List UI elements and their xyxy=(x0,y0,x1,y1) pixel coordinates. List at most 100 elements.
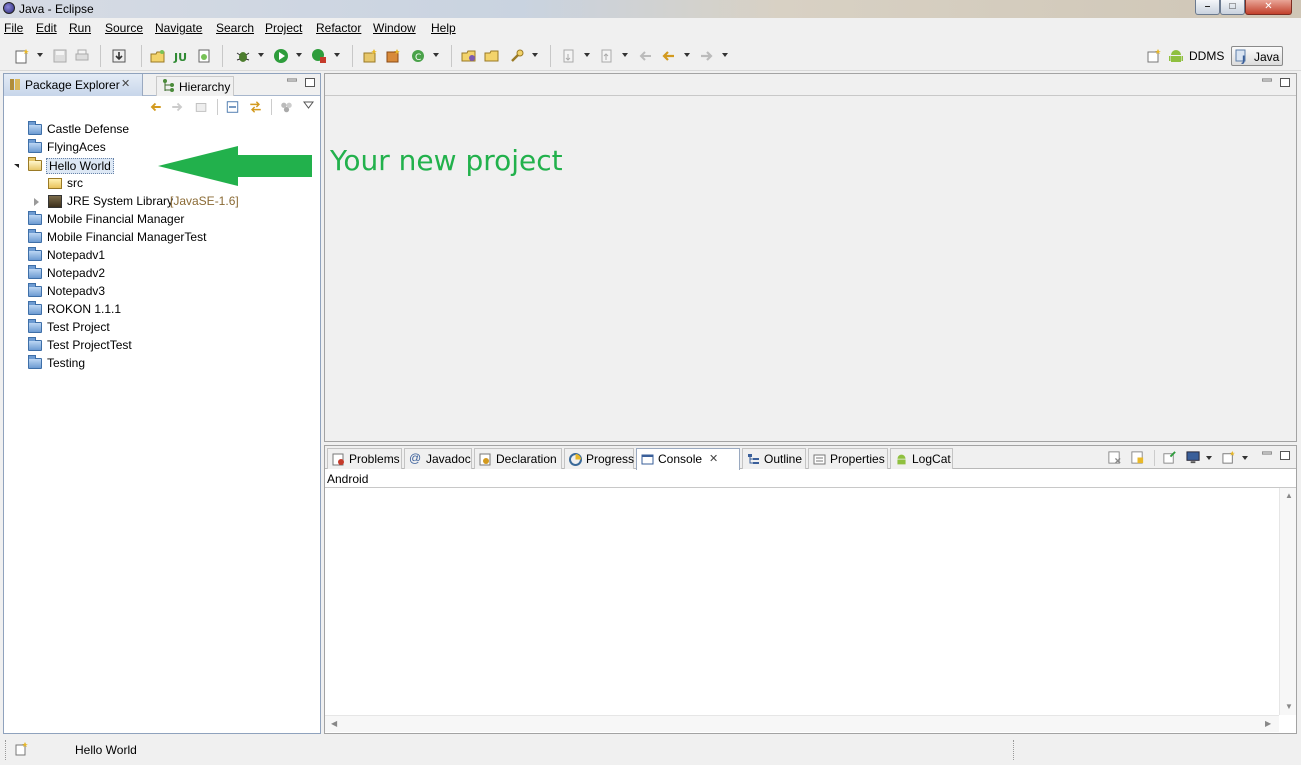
toolbar-separator xyxy=(217,99,218,115)
tree-item-label: ROKON 1.1.1 xyxy=(47,302,122,316)
clear-console-icon[interactable] xyxy=(1130,450,1145,465)
menu-navigate-label: Navigate xyxy=(155,21,203,35)
scroll-right-icon[interactable]: ▶ xyxy=(1265,719,1271,728)
horizontal-scrollbar[interactable]: ◀ ▶ xyxy=(325,715,1279,732)
package-explorer-toolbar xyxy=(4,96,320,118)
new-fast-view-icon[interactable] xyxy=(14,741,30,757)
menu-refactor[interactable]: Refactor xyxy=(316,21,361,35)
forward-icon xyxy=(172,102,183,112)
java-perspective-icon: J xyxy=(1235,49,1246,64)
collapsed-triangle-icon[interactable] xyxy=(34,198,39,206)
menu-file[interactable]: File xyxy=(4,21,23,35)
tab-logcat[interactable]: LogCat xyxy=(890,448,953,469)
search-icon[interactable] xyxy=(509,48,525,64)
properties-icon xyxy=(813,454,826,465)
display-console-dropdown-icon[interactable] xyxy=(1206,456,1212,460)
run-dropdown-icon[interactable] xyxy=(296,53,302,57)
minimize-view-icon[interactable] xyxy=(1262,451,1272,460)
scroll-down-icon[interactable]: ▼ xyxy=(1285,702,1293,711)
new-android-xml-icon[interactable] xyxy=(196,48,212,64)
menu-search[interactable]: Search xyxy=(216,21,254,35)
new-class-wizard-icon[interactable]: C xyxy=(410,48,426,64)
tab-properties[interactable]: Properties xyxy=(808,448,888,469)
close-icon[interactable]: ✕ xyxy=(121,77,130,90)
search-dropdown-icon[interactable] xyxy=(532,53,538,57)
tab-hierarchy[interactable]: Hierarchy xyxy=(156,76,234,96)
minimize-view-icon[interactable] xyxy=(287,78,297,87)
new-class-dropdown-icon[interactable] xyxy=(433,53,439,57)
project-folder-icon xyxy=(28,337,42,351)
tab-progress[interactable]: Progress xyxy=(564,448,634,469)
tree-item-decoration: [JavaSE-1.6] xyxy=(170,194,239,208)
menu-project[interactable]: Project xyxy=(265,21,302,35)
minimize-button[interactable]: – xyxy=(1195,0,1220,15)
close-icon: ✕ xyxy=(1264,1,1273,12)
tab-declaration[interactable]: Declaration xyxy=(474,448,562,469)
status-bar: Hello World xyxy=(0,737,1301,765)
open-console-icon[interactable] xyxy=(1222,450,1237,465)
menu-edit[interactable]: Edit xyxy=(36,21,57,35)
minimize-icon: – xyxy=(1204,1,1211,12)
view-menu-icon[interactable] xyxy=(303,101,314,109)
run-icon[interactable] xyxy=(273,48,289,64)
open-type-icon[interactable] xyxy=(461,48,477,64)
maximize-view-icon[interactable] xyxy=(1280,451,1290,460)
collapse-all-icon[interactable] xyxy=(225,100,240,114)
scroll-up-icon[interactable]: ▲ xyxy=(1285,491,1293,500)
tab-package-explorer[interactable]: Package Explorer ✕ xyxy=(4,74,143,96)
open-console-dropdown-icon[interactable] xyxy=(1242,456,1248,460)
tab-label: Outline xyxy=(764,452,803,466)
window-title: Java - Eclipse xyxy=(19,2,94,16)
display-console-icon[interactable] xyxy=(1186,450,1201,465)
menu-run[interactable]: Run xyxy=(69,21,91,35)
expanded-triangle-icon[interactable] xyxy=(14,164,19,168)
main-toolbar: JU C xyxy=(0,39,1301,71)
new-java-package-icon[interactable] xyxy=(362,48,378,64)
maximize-button[interactable]: □ xyxy=(1220,0,1245,15)
open-task-icon[interactable] xyxy=(484,48,500,64)
vertical-scrollbar[interactable]: ▲ ▼ xyxy=(1279,488,1296,715)
next-annotation-icon xyxy=(563,49,574,63)
menu-navigate[interactable]: Navigate xyxy=(155,21,202,35)
menu-source[interactable]: Source xyxy=(105,21,143,35)
scroll-left-icon[interactable]: ◀ xyxy=(331,719,337,728)
debug-icon[interactable] xyxy=(235,48,251,64)
link-with-editor-icon[interactable] xyxy=(248,100,263,114)
maximize-view-icon[interactable] xyxy=(1280,78,1290,87)
minimize-view-icon[interactable] xyxy=(1262,78,1272,87)
close-button[interactable]: ✕ xyxy=(1245,0,1292,15)
back-icon[interactable] xyxy=(148,100,163,114)
tab-problems[interactable]: Problems xyxy=(327,448,402,469)
console-output[interactable] xyxy=(325,488,1279,715)
new-icon[interactable] xyxy=(14,48,30,64)
declaration-icon xyxy=(479,453,491,466)
debug-dropdown-icon[interactable] xyxy=(258,53,264,57)
title-bar: Java - Eclipse – □ ✕ xyxy=(0,0,1301,18)
maximize-view-icon[interactable] xyxy=(305,78,315,87)
menu-window[interactable]: Window xyxy=(373,21,416,35)
menu-help[interactable]: Help xyxy=(431,21,456,35)
perspective-java[interactable]: J Java xyxy=(1231,46,1283,66)
tab-hierarchy-label: Hierarchy xyxy=(179,80,231,94)
open-perspective-icon[interactable] xyxy=(1147,48,1163,64)
new-android-project-icon[interactable] xyxy=(150,48,166,64)
close-icon[interactable]: ✕ xyxy=(709,452,718,465)
new-java-class-icon[interactable] xyxy=(385,48,401,64)
menu-search-label: Search xyxy=(216,21,255,35)
menu-project-label: Project xyxy=(265,21,303,35)
android-sdk-download-icon[interactable] xyxy=(111,48,127,64)
back-icon[interactable] xyxy=(660,48,676,64)
tree-item-label: Castle Defense xyxy=(47,122,130,136)
tab-console[interactable]: Console ✕ xyxy=(636,448,740,470)
external-tools-icon[interactable] xyxy=(311,48,327,64)
tab-javadoc[interactable]: @ Javadoc xyxy=(404,448,472,469)
menu-run-label: Run xyxy=(69,21,92,35)
tree-item-jre-system-library[interactable]: JRE System Library [JavaSE-1.6] xyxy=(32,193,312,211)
tab-outline[interactable]: Outline xyxy=(742,448,806,469)
external-tools-dropdown-icon[interactable] xyxy=(334,53,340,57)
new-junit-test-icon[interactable]: JU xyxy=(173,48,189,64)
perspective-ddms-label: DDMS xyxy=(1189,49,1225,63)
new-dropdown-icon[interactable] xyxy=(37,53,43,57)
back-dropdown-icon[interactable] xyxy=(684,53,690,57)
pin-console-icon[interactable] xyxy=(1162,450,1177,465)
